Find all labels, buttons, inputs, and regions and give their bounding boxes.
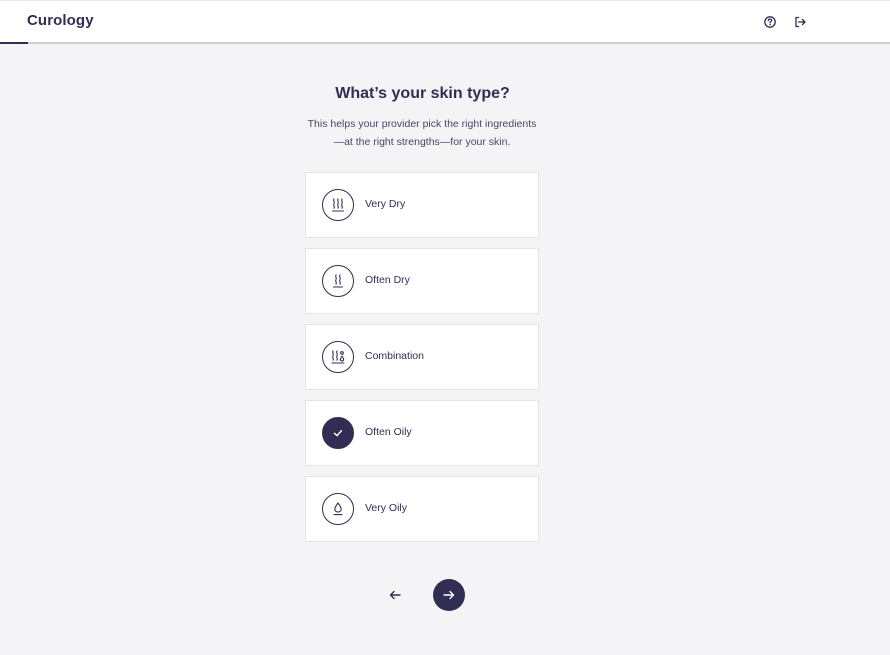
heat-waves-two-icon [322,265,354,297]
question-title: What’s your skin type? [335,85,510,102]
option-very-dry[interactable]: Very Dry [305,172,539,238]
skin-type-options: Very Dry Often Dry Combination Often Oil… [305,172,539,552]
progress-indicator [0,42,28,44]
option-label: Very Dry [365,198,406,210]
arrow-right-icon [443,590,455,600]
subtitle-line-1: This helps your provider pick the right … [307,118,537,130]
question-circle-icon[interactable] [763,15,777,29]
option-very-oily[interactable]: Very Oily [305,476,539,542]
droplet-icon [322,493,354,525]
combination-icon [322,341,354,373]
option-label: Often Oily [365,426,412,438]
option-often-dry[interactable]: Often Dry [305,248,539,314]
logout-icon[interactable] [793,15,807,29]
option-label: Combination [365,350,424,362]
heat-waves-three-icon [322,189,354,221]
check-icon [322,417,354,449]
option-label: Very Oily [365,502,408,514]
option-combination[interactable]: Combination [305,324,539,390]
next-button[interactable] [433,579,465,611]
option-often-oily[interactable]: Often Oily [305,400,539,466]
subtitle-line-2: —at the right strengths—for your skin. [333,136,511,148]
question-subtitle: This helps your provider pick the right … [272,115,572,151]
back-button[interactable] [384,584,406,606]
option-label: Often Dry [365,274,410,286]
curology-logo[interactable]: Curology [27,12,94,29]
arrow-left-icon [389,590,401,600]
top-bar: Curology [0,0,890,44]
